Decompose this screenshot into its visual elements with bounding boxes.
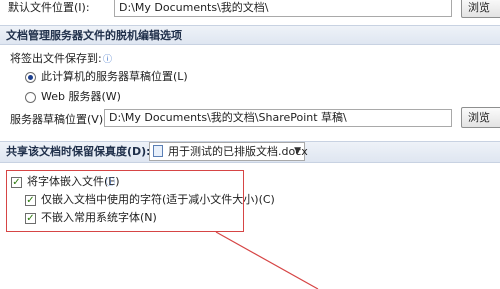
annotation-arrow bbox=[215, 231, 319, 289]
